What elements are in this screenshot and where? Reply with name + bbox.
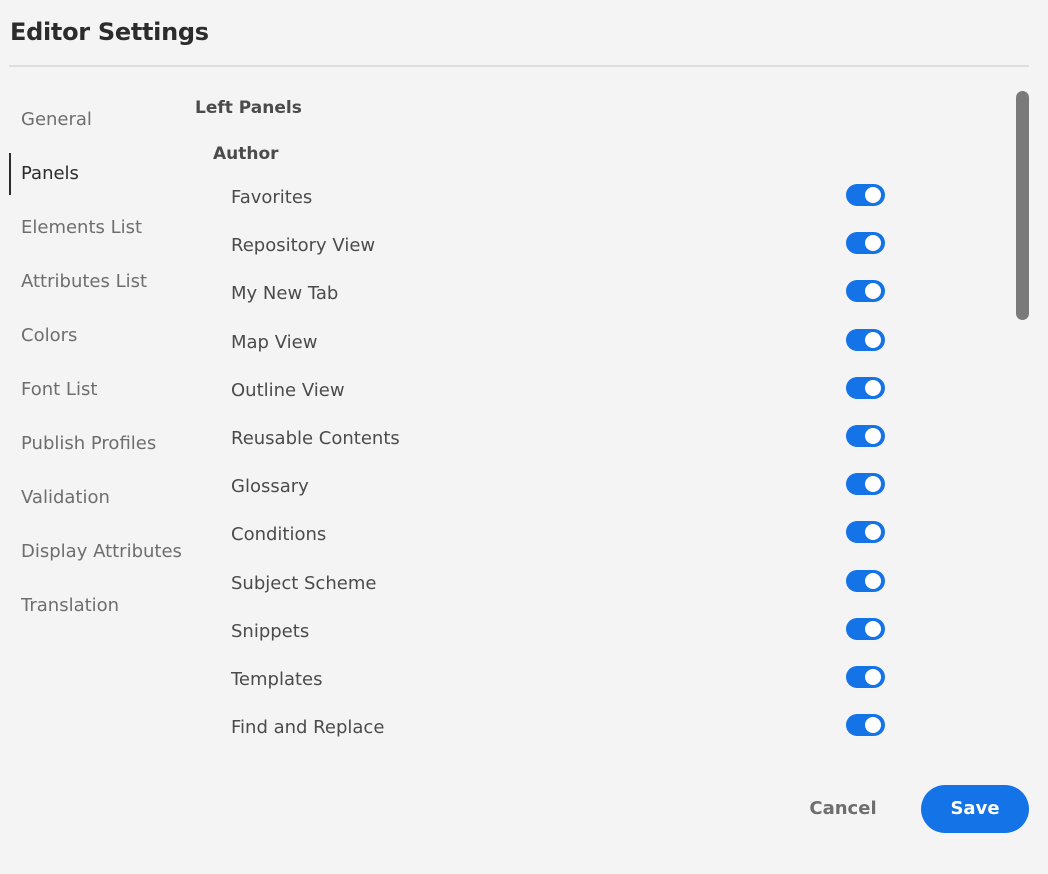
toggle-knob bbox=[865, 572, 881, 589]
sidebar-item-elements-list[interactable]: Elements List bbox=[9, 201, 189, 255]
panel-row-repository-view: Repository View bbox=[231, 222, 991, 270]
toggle-knob bbox=[865, 668, 881, 685]
cancel-button[interactable]: Cancel bbox=[797, 786, 889, 832]
sidebar-item-validation[interactable]: Validation bbox=[9, 471, 189, 525]
panel-row-my-new-tab: My New Tab bbox=[231, 270, 991, 318]
sidebar-item-colors[interactable]: Colors bbox=[9, 309, 189, 363]
toggle-knob bbox=[865, 331, 881, 348]
toggle-knob bbox=[865, 717, 881, 734]
panel-row-outline-view: Outline View bbox=[231, 367, 991, 415]
content-scrollbar-thumb[interactable] bbox=[1016, 91, 1029, 320]
dialog-title: Editor Settings bbox=[10, 18, 209, 46]
panel-row-reusable-contents: Reusable Contents bbox=[231, 415, 991, 463]
panel-label: Conditions bbox=[231, 524, 327, 546]
favorites-toggle[interactable] bbox=[846, 184, 885, 206]
panel-label: Templates bbox=[231, 668, 323, 690]
toggle-knob bbox=[865, 524, 881, 541]
snippets-toggle[interactable] bbox=[846, 617, 885, 640]
panel-row-glossary: Glossary bbox=[231, 463, 991, 511]
panel-label: Map View bbox=[231, 331, 318, 353]
toggle-knob bbox=[865, 283, 881, 300]
templates-toggle[interactable] bbox=[846, 665, 885, 688]
sidebar-item-display-attributes[interactable]: Display Attributes bbox=[9, 525, 189, 579]
toggle-knob bbox=[865, 379, 881, 396]
find-and-replace-toggle[interactable] bbox=[846, 714, 885, 737]
settings-sidebar: General Panels Elements List Attributes … bbox=[9, 93, 189, 633]
conditions-toggle[interactable] bbox=[846, 521, 885, 544]
panel-label: Snippets bbox=[231, 620, 310, 642]
panel-row-find-and-replace: Find and Replace bbox=[231, 704, 991, 752]
section-heading-left-panels: Left Panels bbox=[195, 98, 302, 118]
toggle-knob bbox=[865, 427, 881, 444]
toggle-knob bbox=[865, 187, 881, 203]
panel-row-favorites: Favorites bbox=[231, 174, 991, 222]
panel-row-subject-scheme: Subject Scheme bbox=[231, 560, 991, 608]
panel-row-conditions: Conditions bbox=[231, 511, 991, 559]
save-button[interactable]: Save bbox=[921, 785, 1029, 833]
panel-toggle-list: Favorites Repository View My New Tab Map… bbox=[231, 174, 991, 752]
my-new-tab-toggle[interactable] bbox=[846, 280, 885, 303]
title-divider bbox=[9, 65, 1029, 67]
sidebar-item-font-list[interactable]: Font List bbox=[9, 363, 189, 417]
panel-row-templates: Templates bbox=[231, 656, 991, 704]
panel-label: Subject Scheme bbox=[231, 572, 377, 594]
map-view-toggle[interactable] bbox=[846, 328, 885, 351]
toggle-knob bbox=[865, 620, 881, 637]
toggle-knob bbox=[865, 235, 881, 252]
panel-label: Glossary bbox=[231, 476, 309, 498]
sidebar-item-attributes-list[interactable]: Attributes List bbox=[9, 255, 189, 309]
panels-settings-content: Left Panels Author Favorites Repository … bbox=[195, 90, 995, 760]
toggle-knob bbox=[865, 476, 881, 493]
sidebar-item-panels[interactable]: Panels bbox=[9, 147, 189, 201]
repository-view-toggle[interactable] bbox=[846, 232, 885, 255]
panel-label: Reusable Contents bbox=[231, 427, 400, 449]
panel-label: Favorites bbox=[231, 187, 313, 208]
sidebar-item-translation[interactable]: Translation bbox=[9, 579, 189, 633]
panel-row-map-view: Map View bbox=[231, 319, 991, 367]
outline-view-toggle[interactable] bbox=[846, 376, 885, 399]
panel-label: Outline View bbox=[231, 379, 345, 401]
sidebar-item-publish-profiles[interactable]: Publish Profiles bbox=[9, 417, 189, 471]
panel-row-snippets: Snippets bbox=[231, 608, 991, 656]
panel-label: Repository View bbox=[231, 235, 376, 257]
sidebar-item-general[interactable]: General bbox=[9, 93, 189, 147]
subject-scheme-toggle[interactable] bbox=[846, 569, 885, 592]
group-heading-author: Author bbox=[213, 144, 279, 164]
panel-label: My New Tab bbox=[231, 283, 339, 305]
glossary-toggle[interactable] bbox=[846, 473, 885, 496]
reusable-contents-toggle[interactable] bbox=[846, 424, 885, 447]
panel-label: Find and Replace bbox=[231, 717, 385, 739]
editor-settings-dialog: Editor Settings General Panels Elements … bbox=[0, 0, 1048, 874]
